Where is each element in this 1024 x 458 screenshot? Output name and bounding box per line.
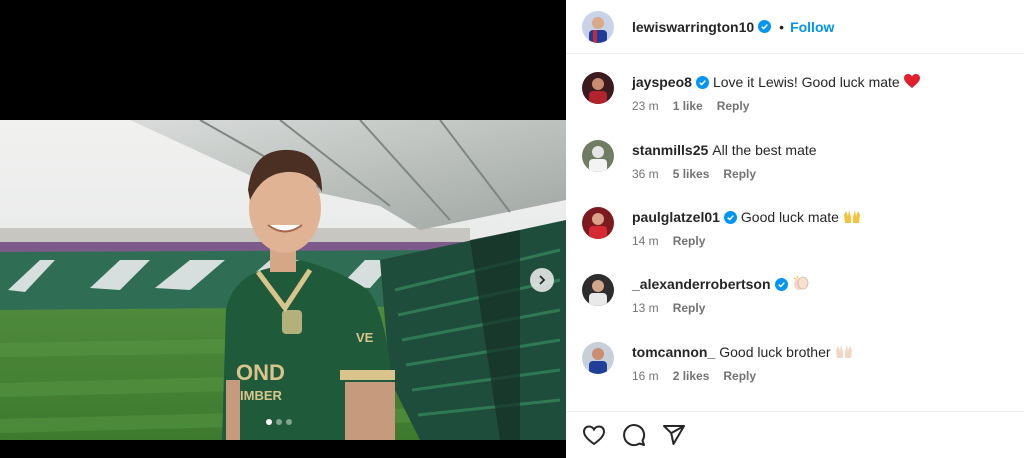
- red-heart-icon: [903, 74, 920, 88]
- reply-button[interactable]: Reply: [717, 99, 750, 113]
- verified-badge-icon: [758, 20, 772, 33]
- raising-hands-icon: [843, 210, 860, 223]
- comment-text: Good luck brother: [719, 344, 831, 360]
- comment-text: Love it Lewis! Good luck mate: [712, 74, 900, 90]
- reply-button[interactable]: Reply: [673, 301, 706, 315]
- svg-text:VE: VE: [356, 330, 374, 345]
- comment-username[interactable]: paulglatzel01: [632, 209, 720, 225]
- post-media: OND IMBER VE: [0, 0, 566, 458]
- clapping-hands-icon: [793, 275, 808, 290]
- comment-username[interactable]: _alexanderrobertson: [632, 276, 771, 292]
- comments-list: jayspeo8 Love it Lewis! Good luck mate 23…: [566, 54, 1024, 410]
- verified-badge-icon: [774, 278, 788, 291]
- carousel-dot: [266, 419, 272, 425]
- carousel-dot: [286, 419, 292, 425]
- svg-text:OND: OND: [236, 360, 285, 385]
- reply-button[interactable]: Reply: [723, 369, 756, 383]
- avatar[interactable]: [582, 342, 614, 374]
- comment-text: All the best mate: [712, 142, 817, 158]
- post-photo: OND IMBER VE: [0, 120, 566, 440]
- comment-text: Good luck mate: [740, 209, 839, 225]
- comment-username[interactable]: tomcannon_: [632, 344, 715, 360]
- comment-username[interactable]: jayspeo8: [632, 74, 692, 90]
- post-header: lewiswarrington10 • Follow: [566, 0, 1024, 54]
- comment-item: stanmills25 All the best mate 36 m 5 like…: [582, 140, 817, 181]
- comment-time: 16 m: [632, 369, 659, 383]
- follow-button[interactable]: Follow: [790, 19, 834, 35]
- comment-time: 36 m: [632, 167, 659, 181]
- comment-item: tomcannon_ Good luck brother 16 m 2 likes…: [582, 342, 853, 383]
- reply-button[interactable]: Reply: [723, 167, 756, 181]
- comment-item: jayspeo8 Love it Lewis! Good luck mate 23…: [582, 72, 920, 113]
- comment-item: _alexanderrobertson 13 m Reply: [582, 274, 810, 315]
- comment-likes[interactable]: 2 likes: [673, 369, 710, 383]
- comment-item: paulglatzel01 Good luck mate 14 m Reply: [582, 207, 861, 248]
- comment-time: 14 m: [632, 234, 659, 248]
- separator: •: [779, 18, 785, 35]
- carousel-dot: [276, 419, 282, 425]
- comment-likes[interactable]: 5 likes: [673, 167, 710, 181]
- raising-hands-icon: [835, 345, 852, 358]
- avatar[interactable]: [582, 72, 614, 104]
- author-username[interactable]: lewiswarrington10: [632, 19, 754, 35]
- post-actions: [566, 411, 1024, 458]
- carousel-next-button[interactable]: [530, 268, 554, 292]
- send-icon[interactable]: [662, 423, 686, 447]
- post-side-panel: lewiswarrington10 • Follow jayspeo8 Love …: [566, 0, 1024, 458]
- avatar[interactable]: [582, 274, 614, 306]
- carousel-indicator: [266, 419, 292, 425]
- avatar[interactable]: [582, 10, 614, 43]
- comment-icon[interactable]: [622, 423, 646, 447]
- comment-likes[interactable]: 1 like: [673, 99, 703, 113]
- verified-badge-icon: [695, 76, 709, 89]
- verified-badge-icon: [723, 211, 737, 224]
- comment-time: 13 m: [632, 301, 659, 315]
- avatar[interactable]: [582, 140, 614, 172]
- comment-time: 23 m: [632, 99, 659, 113]
- avatar[interactable]: [582, 207, 614, 239]
- svg-text:IMBER: IMBER: [240, 388, 283, 403]
- heart-icon[interactable]: [582, 423, 606, 447]
- comment-username[interactable]: stanmills25: [632, 142, 708, 158]
- reply-button[interactable]: Reply: [673, 234, 706, 248]
- chevron-right-icon: [539, 275, 546, 285]
